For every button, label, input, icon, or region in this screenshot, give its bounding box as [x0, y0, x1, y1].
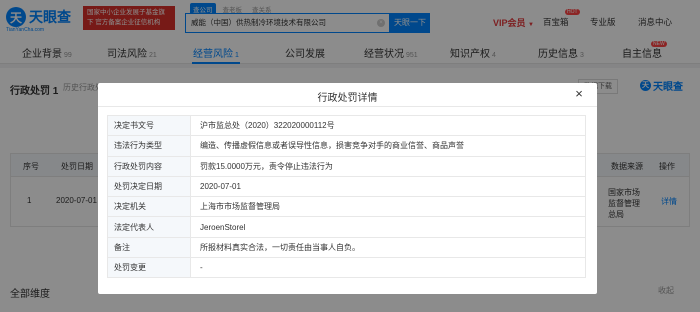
detail-row: 法定代表人 JeroenStorel — [107, 216, 586, 238]
detail-value: - — [190, 257, 586, 279]
detail-value: 编造、传播虚假信息或者误导性信息，损害竞争对手的商业信誉、商品声誉 — [190, 135, 586, 157]
detail-key: 处罚决定日期 — [107, 175, 191, 198]
detail-table: 决定书文号 沪市监总处（2020）322020000112号 违法行为类型 编造、传… — [107, 114, 586, 279]
detail-row: 备注 所报材料真实合法，一切责任由当事人自负。 — [107, 236, 586, 259]
detail-row: 决定机关 上海市市场监督管理局 — [107, 196, 586, 218]
penalty-detail-modal: 行政处罚详情 × 决定书文号 沪市监总处（2020）322020000112号 违… — [98, 83, 597, 294]
detail-value: 2020-07-01 — [190, 175, 586, 198]
detail-row: 违法行为类型 编造、传播虚假信息或者误导性信息，损害竞争对手的商业信誉、商品声誉 — [107, 135, 586, 157]
detail-key: 备注 — [107, 236, 191, 259]
detail-key: 处罚变更 — [107, 257, 191, 279]
detail-value: 沪市监总处（2020）322020000112号 — [190, 114, 586, 137]
detail-key: 行政处罚内容 — [107, 155, 191, 177]
modal-header: 行政处罚详情 × — [98, 83, 597, 107]
detail-key: 违法行为类型 — [107, 135, 191, 157]
detail-row: 处罚决定日期 2020-07-01 — [107, 175, 586, 198]
detail-value: 上海市市场监督管理局 — [190, 196, 586, 218]
detail-row: 处罚变更 - — [107, 257, 586, 279]
close-icon[interactable]: × — [572, 87, 586, 101]
detail-row: 行政处罚内容 罚款15.0000万元，责令停止违法行为 — [107, 155, 586, 177]
detail-row: 决定书文号 沪市监总处（2020）322020000112号 — [107, 114, 586, 137]
detail-key: 决定书文号 — [107, 114, 191, 137]
modal-title: 行政处罚详情 — [317, 93, 378, 104]
detail-key: 法定代表人 — [107, 216, 191, 238]
detail-value: 所报材料真实合法，一切责任由当事人自负。 — [190, 236, 586, 259]
detail-value: JeroenStorel — [190, 216, 586, 238]
detail-value: 罚款15.0000万元，责令停止违法行为 — [190, 155, 586, 177]
detail-key: 决定机关 — [107, 196, 191, 218]
